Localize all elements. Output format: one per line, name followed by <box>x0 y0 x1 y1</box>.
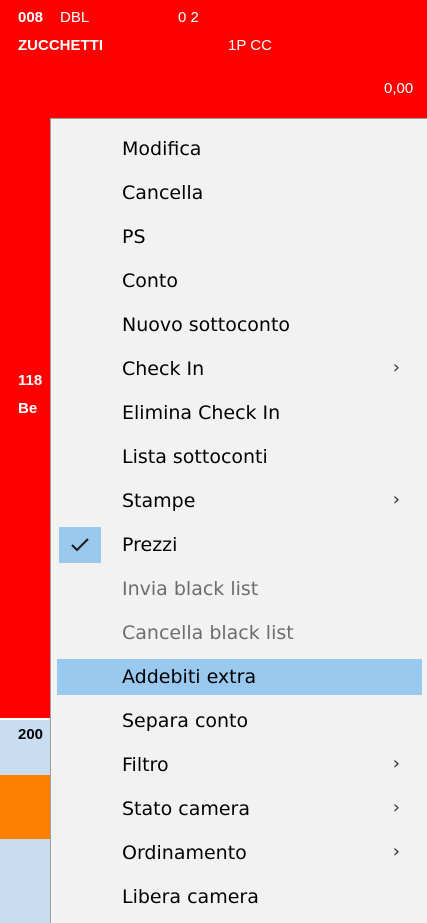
menu-item-stampe[interactable]: Stampe › <box>57 483 422 519</box>
menu-item-label: Modifica <box>122 138 202 160</box>
room-type: DBL <box>60 9 90 26</box>
menu-item-ps[interactable]: PS <box>57 219 422 255</box>
chevron-right-icon: › <box>392 797 400 818</box>
menu-item-libera-camera[interactable]: Libera camera <box>57 879 422 915</box>
menu-item-label: Elimina Check In <box>122 402 281 424</box>
menu-item-label: Separa conto <box>122 710 249 732</box>
menu-item-label: Cancella <box>122 182 204 204</box>
menu-item-check-in[interactable]: Check In › <box>57 351 422 387</box>
menu-item-prezzi[interactable]: Prezzi <box>57 527 422 563</box>
menu-item-label: Invia black list <box>122 578 259 600</box>
menu-item-lista-sottoconti[interactable]: Lista sottoconti <box>57 439 422 475</box>
amount: 0,00 <box>384 80 414 97</box>
menu-item-label: Libera camera <box>122 886 259 908</box>
room-code: 008 <box>18 9 44 26</box>
menu-item-label: Filtro <box>122 754 169 776</box>
guest-name: ZUCCHETTI <box>18 37 103 54</box>
menu-item-label: Prezzi <box>122 534 178 556</box>
checkmark-icon <box>59 527 101 563</box>
menu-item-cancella[interactable]: Cancella <box>57 175 422 211</box>
board-type: 1P CC <box>228 37 272 54</box>
menu-item-nuovo-sottoconto[interactable]: Nuovo sottoconto <box>57 307 422 343</box>
menu-item-separa-conto[interactable]: Separa conto <box>57 703 422 739</box>
menu-item-label: Stampe <box>122 490 196 512</box>
menu-item-ordinamento[interactable]: Ordinamento › <box>57 835 422 871</box>
chevron-right-icon: › <box>392 357 400 378</box>
menu-item-label: PS <box>122 226 146 248</box>
menu-item-label: Stato camera <box>122 798 251 820</box>
menu-item-label: Lista sottoconti <box>122 446 268 468</box>
menu-item-modifica[interactable]: Modifica <box>57 131 422 167</box>
menu-item-label: Check In <box>122 358 205 380</box>
chevron-right-icon: › <box>392 489 400 510</box>
menu-item-stato-camera[interactable]: Stato camera › <box>57 791 422 827</box>
chevron-right-icon: › <box>392 841 400 862</box>
menu-item-label: Addebiti extra <box>122 666 257 688</box>
menu-item-label: Nuovo sottoconto <box>122 314 291 336</box>
menu-item-addebiti-extra[interactable]: Addebiti extra <box>57 659 422 695</box>
menu-item-invia-black-list: Invia black list <box>57 571 422 607</box>
menu-item-filtro[interactable]: Filtro › <box>57 747 422 783</box>
chevron-right-icon: › <box>392 753 400 774</box>
room-code-partial: 118 <box>18 372 43 389</box>
occupancy: 0 2 <box>178 9 199 26</box>
menu-item-conto[interactable]: Conto <box>57 263 422 299</box>
room-code-partial: 200 <box>18 726 44 743</box>
menu-item-label: Ordinamento <box>122 842 247 864</box>
menu-item-label: Conto <box>122 270 179 292</box>
guest-name-partial: Be <box>18 400 38 417</box>
menu-item-cancella-black-list: Cancella black list <box>57 615 422 651</box>
context-menu: Modifica Cancella PS Conto Nuovo sottoconto C… <box>50 118 427 923</box>
menu-item-elimina-check-in[interactable]: Elimina Check In <box>57 395 422 431</box>
menu-item-label: Cancella black list <box>122 622 294 644</box>
